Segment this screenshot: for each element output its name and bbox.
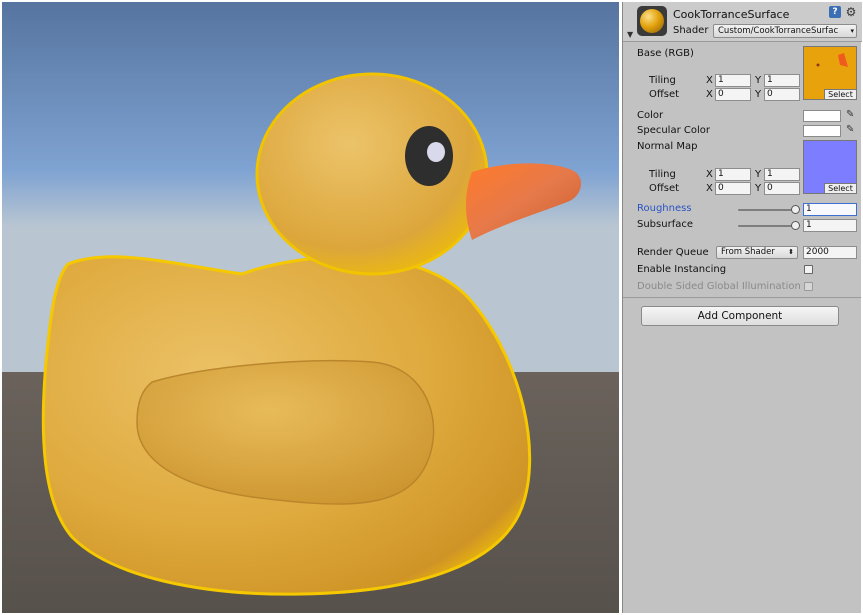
- foldout-arrow-icon[interactable]: ▼: [627, 30, 633, 39]
- normal-texture-slot[interactable]: Select: [803, 140, 857, 194]
- normal-offset-y-field[interactable]: 0: [764, 182, 800, 195]
- render-queue-label: Render Queue: [637, 247, 709, 258]
- base-offset-label: Offset: [649, 89, 680, 100]
- specular-color-swatch[interactable]: [803, 125, 841, 137]
- normal-tiling-x-field[interactable]: 1: [715, 168, 751, 181]
- shader-value: Custom/CookTorranceSurfac: [718, 26, 839, 36]
- base-tiling-x-field[interactable]: 1: [715, 74, 751, 87]
- roughness-label: Roughness: [637, 203, 692, 214]
- normal-select-button[interactable]: Select: [824, 183, 856, 193]
- normal-offset-x-label: X: [706, 183, 713, 194]
- enable-instancing-label: Enable Instancing: [637, 264, 727, 275]
- enable-instancing-checkbox[interactable]: [804, 265, 813, 274]
- duck-eye-highlight: [427, 142, 445, 162]
- add-component-button[interactable]: Add Component: [641, 306, 839, 326]
- scene-viewport[interactable]: [2, 2, 619, 613]
- render-queue-mode: From Shader: [721, 247, 775, 257]
- normal-map-label: Normal Map: [637, 141, 698, 152]
- base-offset-x-label: X: [706, 89, 713, 100]
- normal-offset-y-label: Y: [755, 183, 762, 194]
- material-preview-icon: [637, 6, 667, 36]
- subsurface-slider-track[interactable]: [738, 225, 796, 227]
- render-queue-dropdown[interactable]: From Shader ⬍: [716, 246, 798, 259]
- base-offset-x-field[interactable]: 0: [715, 88, 751, 101]
- base-select-button[interactable]: Select: [824, 89, 856, 99]
- roughness-value-field[interactable]: 1: [803, 203, 857, 216]
- gear-icon[interactable]: ⚙: [845, 6, 857, 18]
- scene-render: [2, 2, 619, 613]
- normal-offset-label: Offset: [649, 183, 680, 194]
- normal-tiling-y-label: Y: [755, 169, 762, 180]
- subsurface-slider-thumb[interactable]: [791, 221, 800, 230]
- base-tiling-x-label: X: [706, 75, 713, 86]
- subsurface-label: Subsurface: [637, 219, 693, 230]
- texture-thumbnail-icon: [816, 53, 848, 67]
- dropdown-arrow-icon: ▾: [850, 27, 854, 35]
- roughness-slider-thumb[interactable]: [791, 205, 800, 214]
- base-offset-y-label: Y: [755, 89, 762, 100]
- base-tiling-y-field[interactable]: 1: [764, 74, 800, 87]
- roughness-slider-track[interactable]: [738, 209, 796, 211]
- eyedropper-icon[interactable]: ✎: [846, 109, 854, 120]
- specular-color-label: Specular Color: [637, 125, 710, 136]
- shader-dropdown[interactable]: Custom/CookTorranceSurfac ▾: [713, 24, 857, 38]
- double-sided-gi-checkbox: [804, 282, 813, 291]
- color-label: Color: [637, 110, 664, 121]
- material-name: CookTorranceSurface: [673, 8, 790, 21]
- subsurface-value-field[interactable]: 1: [803, 219, 857, 232]
- color-swatch[interactable]: [803, 110, 841, 122]
- normal-tiling-y-field[interactable]: 1: [764, 168, 800, 181]
- double-sided-gi-label: Double Sided Global Illumination: [637, 281, 801, 292]
- base-texture-slot[interactable]: Select: [803, 46, 857, 100]
- shader-label: Shader: [673, 25, 709, 36]
- base-rgb-label: Base (RGB): [637, 48, 694, 59]
- normal-tiling-label: Tiling: [649, 169, 676, 180]
- render-queue-value-field[interactable]: 2000: [803, 246, 857, 259]
- normal-offset-x-field[interactable]: 0: [715, 182, 751, 195]
- eyedropper-icon[interactable]: ✎: [846, 124, 854, 135]
- base-offset-y-field[interactable]: 0: [764, 88, 800, 101]
- divider: [623, 297, 861, 298]
- normal-tiling-x-label: X: [706, 169, 713, 180]
- duck-head: [255, 72, 489, 276]
- help-icon[interactable]: ?: [829, 6, 841, 18]
- base-tiling-y-label: Y: [755, 75, 762, 86]
- base-tiling-label: Tiling: [649, 75, 676, 86]
- material-header: ▼ CookTorranceSurface ? ⚙ Shader Custom/…: [623, 2, 862, 42]
- dropdown-arrow-icon: ⬍: [788, 248, 794, 256]
